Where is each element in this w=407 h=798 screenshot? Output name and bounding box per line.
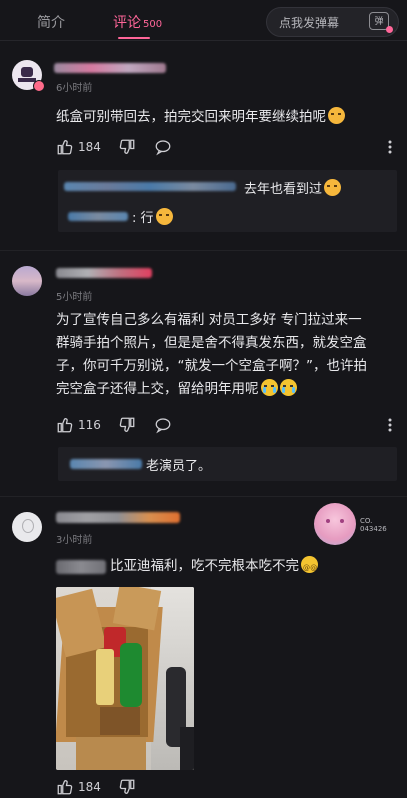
- reply-text: 老演员了。: [146, 459, 212, 474]
- like-icon[interactable]: [56, 138, 74, 156]
- cat-emoji-icon: [328, 107, 345, 124]
- reply-username-blurred[interactable]: [68, 212, 128, 221]
- tab-active-indicator: [118, 37, 150, 39]
- username-blurred[interactable]: [56, 268, 152, 278]
- comment-time: 3小时前: [56, 535, 93, 546]
- comment-actions: 116: [56, 416, 397, 436]
- comment-time: 6小时前: [56, 83, 93, 94]
- comment-text: 为了宣传自己多么有福利 对员工多好 专门拉过来一 群骑手拍个照片，但是是舍不得真…: [56, 312, 367, 397]
- like-count: 116: [78, 418, 101, 432]
- like-icon[interactable]: [56, 778, 74, 796]
- tab-comments-label: 评论: [113, 15, 141, 31]
- like-count: 184: [78, 780, 101, 794]
- comment-text: 比亚迪福利，吃不完根本吃不完: [110, 555, 318, 580]
- reply-text: : 行: [132, 207, 173, 226]
- username-blurred[interactable]: [54, 63, 166, 73]
- dislike-icon[interactable]: [118, 778, 136, 796]
- like-count: 184: [78, 140, 101, 154]
- tab-comments[interactable]: 评论 500: [113, 12, 162, 32]
- reply-text: 去年也看到过: [244, 178, 342, 197]
- reply-thread[interactable]: 老演员了。: [58, 447, 397, 481]
- vip-badge-icon: [33, 80, 45, 92]
- comment-photo[interactable]: [56, 587, 194, 770]
- comment-text: 纸盒可别带回去，拍完交回来明年要继续拍呢: [56, 106, 345, 129]
- reply-username-blurred[interactable]: [70, 459, 142, 469]
- comment-actions: 184: [56, 778, 397, 798]
- dizzy-emoji-icon: [301, 556, 318, 580]
- danmaku-placeholder: 点我发弹幕: [279, 16, 340, 30]
- dislike-icon[interactable]: [118, 138, 136, 156]
- dislike-icon[interactable]: [118, 416, 136, 434]
- tab-bar: 简介 评论 500 点我发弹幕 弹: [0, 0, 407, 41]
- crying-emoji-icon: [260, 379, 278, 396]
- danmaku-icon[interactable]: 弹: [369, 12, 393, 33]
- more-icon[interactable]: [387, 138, 393, 156]
- mention-blurred[interactable]: [56, 560, 106, 574]
- avatar[interactable]: [12, 512, 42, 542]
- fan-badge-avatar: [314, 503, 356, 545]
- tab-comments-count: 500: [143, 19, 163, 30]
- fan-badge-number: CO. 043426: [360, 517, 387, 533]
- username-blurred[interactable]: [56, 512, 180, 523]
- like-icon[interactable]: [56, 416, 74, 434]
- divider: [0, 496, 407, 497]
- avatar[interactable]: [12, 266, 42, 296]
- cat-emoji-icon: [324, 179, 342, 196]
- reply-icon[interactable]: [154, 416, 172, 434]
- reply-username-blurred[interactable]: [64, 182, 236, 191]
- tab-intro[interactable]: 简介: [37, 12, 65, 32]
- comment-time: 5小时前: [56, 292, 93, 303]
- more-icon[interactable]: [387, 416, 393, 434]
- cat-emoji-icon: [155, 208, 173, 225]
- comment-actions: 184: [56, 138, 397, 158]
- divider: [0, 250, 407, 251]
- danmaku-input[interactable]: 点我发弹幕 弹: [266, 7, 399, 37]
- crying-emoji-icon: [279, 379, 297, 396]
- reply-icon[interactable]: [154, 138, 172, 156]
- reply-thread[interactable]: 去年也看到过 : 行: [58, 170, 397, 232]
